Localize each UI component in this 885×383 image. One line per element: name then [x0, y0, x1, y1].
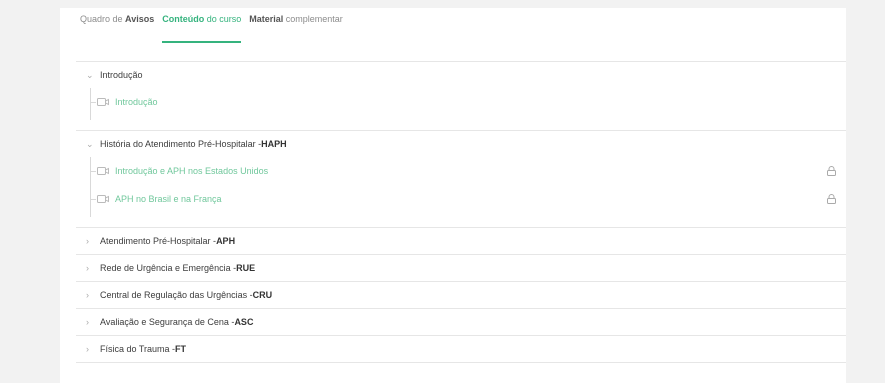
chevron-down-icon: ⌄ [86, 69, 94, 80]
module-header[interactable]: › Avaliação e Segurança de Cena - ASC [76, 309, 846, 335]
module-title: História do Atendimento Pré-Hospitalar - [100, 139, 262, 149]
tab-label-prefix: Quadro de [80, 14, 126, 24]
lesson-label: APH no Brasil e na França [115, 194, 222, 204]
module-ft: › Física do Trauma - FT [76, 336, 846, 363]
module-header[interactable]: ⌄ História do Atendimento Pré-Hospitalar… [76, 131, 846, 157]
lesson-item[interactable]: Introdução e APH nos Estados Unidos [90, 157, 846, 185]
module-header[interactable]: › Rede de Urgência e Emergência - RUE [76, 255, 846, 281]
module-asc: › Avaliação e Segurança de Cena - ASC [76, 309, 846, 336]
chevron-right-icon: › [86, 263, 89, 273]
module-title: Rede de Urgência e Emergência - [100, 263, 237, 273]
course-page: Quadro de Avisos Conteúdo do curso Mater… [0, 0, 885, 383]
module-title: Atendimento Pré-Hospitalar - [100, 236, 217, 246]
lesson-list: Introdução [76, 88, 846, 130]
module-aph: › Atendimento Pré-Hospitalar - APH [76, 228, 846, 255]
module-title-code: APH [216, 236, 236, 246]
module-title: Física do Trauma - [100, 344, 176, 354]
module-introducao: ⌄ Introdução Introdução [76, 62, 846, 131]
tab-label-bold: Avisos [125, 14, 155, 24]
tab-label-suffix: do curso [204, 14, 242, 24]
module-title-code: CRU [252, 290, 273, 300]
module-header[interactable]: › Física do Trauma - FT [76, 336, 846, 362]
chevron-right-icon: › [86, 344, 89, 354]
module-header[interactable]: › Atendimento Pré-Hospitalar - APH [76, 228, 846, 254]
chevron-right-icon: › [86, 236, 89, 246]
video-icon [97, 195, 109, 203]
lesson-label: Introdução e APH nos Estados Unidos [115, 166, 269, 176]
lock-icon [827, 166, 836, 176]
module-title: Avaliação e Segurança de Cena - [100, 317, 235, 327]
lock-icon [827, 194, 836, 204]
tab-material-complementar[interactable]: Material complementar [249, 8, 343, 36]
lesson-item[interactable]: Introdução [90, 88, 846, 116]
tab-conteudo-do-curso[interactable]: Conteúdo do curso [162, 8, 242, 43]
tab-label-suffix: complementar [283, 14, 343, 24]
video-icon [97, 98, 109, 106]
chevron-right-icon: › [86, 290, 89, 300]
chevron-down-icon: ⌄ [86, 138, 94, 149]
tab-label-bold: Conteúdo [162, 14, 205, 24]
tab-label-bold: Material [249, 14, 284, 24]
lesson-list: Introdução e APH nos Estados Unidos APH … [76, 157, 846, 227]
module-header[interactable]: › Central de Regulação das Urgências - C… [76, 282, 846, 308]
video-icon [97, 167, 109, 175]
chevron-right-icon: › [86, 317, 89, 327]
lesson-label: Introdução [115, 97, 158, 107]
module-haph: ⌄ História do Atendimento Pré-Hospitalar… [76, 131, 846, 228]
module-title: Introdução [100, 70, 143, 80]
course-tabs: Quadro de Avisos Conteúdo do curso Mater… [80, 8, 351, 43]
module-cru: › Central de Regulação das Urgências - C… [76, 282, 846, 309]
module-header[interactable]: ⌄ Introdução [76, 62, 846, 88]
module-title-code: RUE [236, 263, 256, 273]
lesson-item[interactable]: APH no Brasil e na França [90, 185, 846, 213]
module-title-code: ASC [234, 317, 254, 327]
module-title: Central de Regulação das Urgências - [100, 290, 253, 300]
tab-quadro-de-avisos[interactable]: Quadro de Avisos [80, 8, 154, 36]
module-rue: › Rede de Urgência e Emergência - RUE [76, 255, 846, 282]
module-list: ⌄ Introdução Introdução ⌄ História do At… [76, 61, 846, 363]
module-title-code: FT [175, 344, 187, 354]
module-title-code: HAPH [261, 139, 287, 149]
